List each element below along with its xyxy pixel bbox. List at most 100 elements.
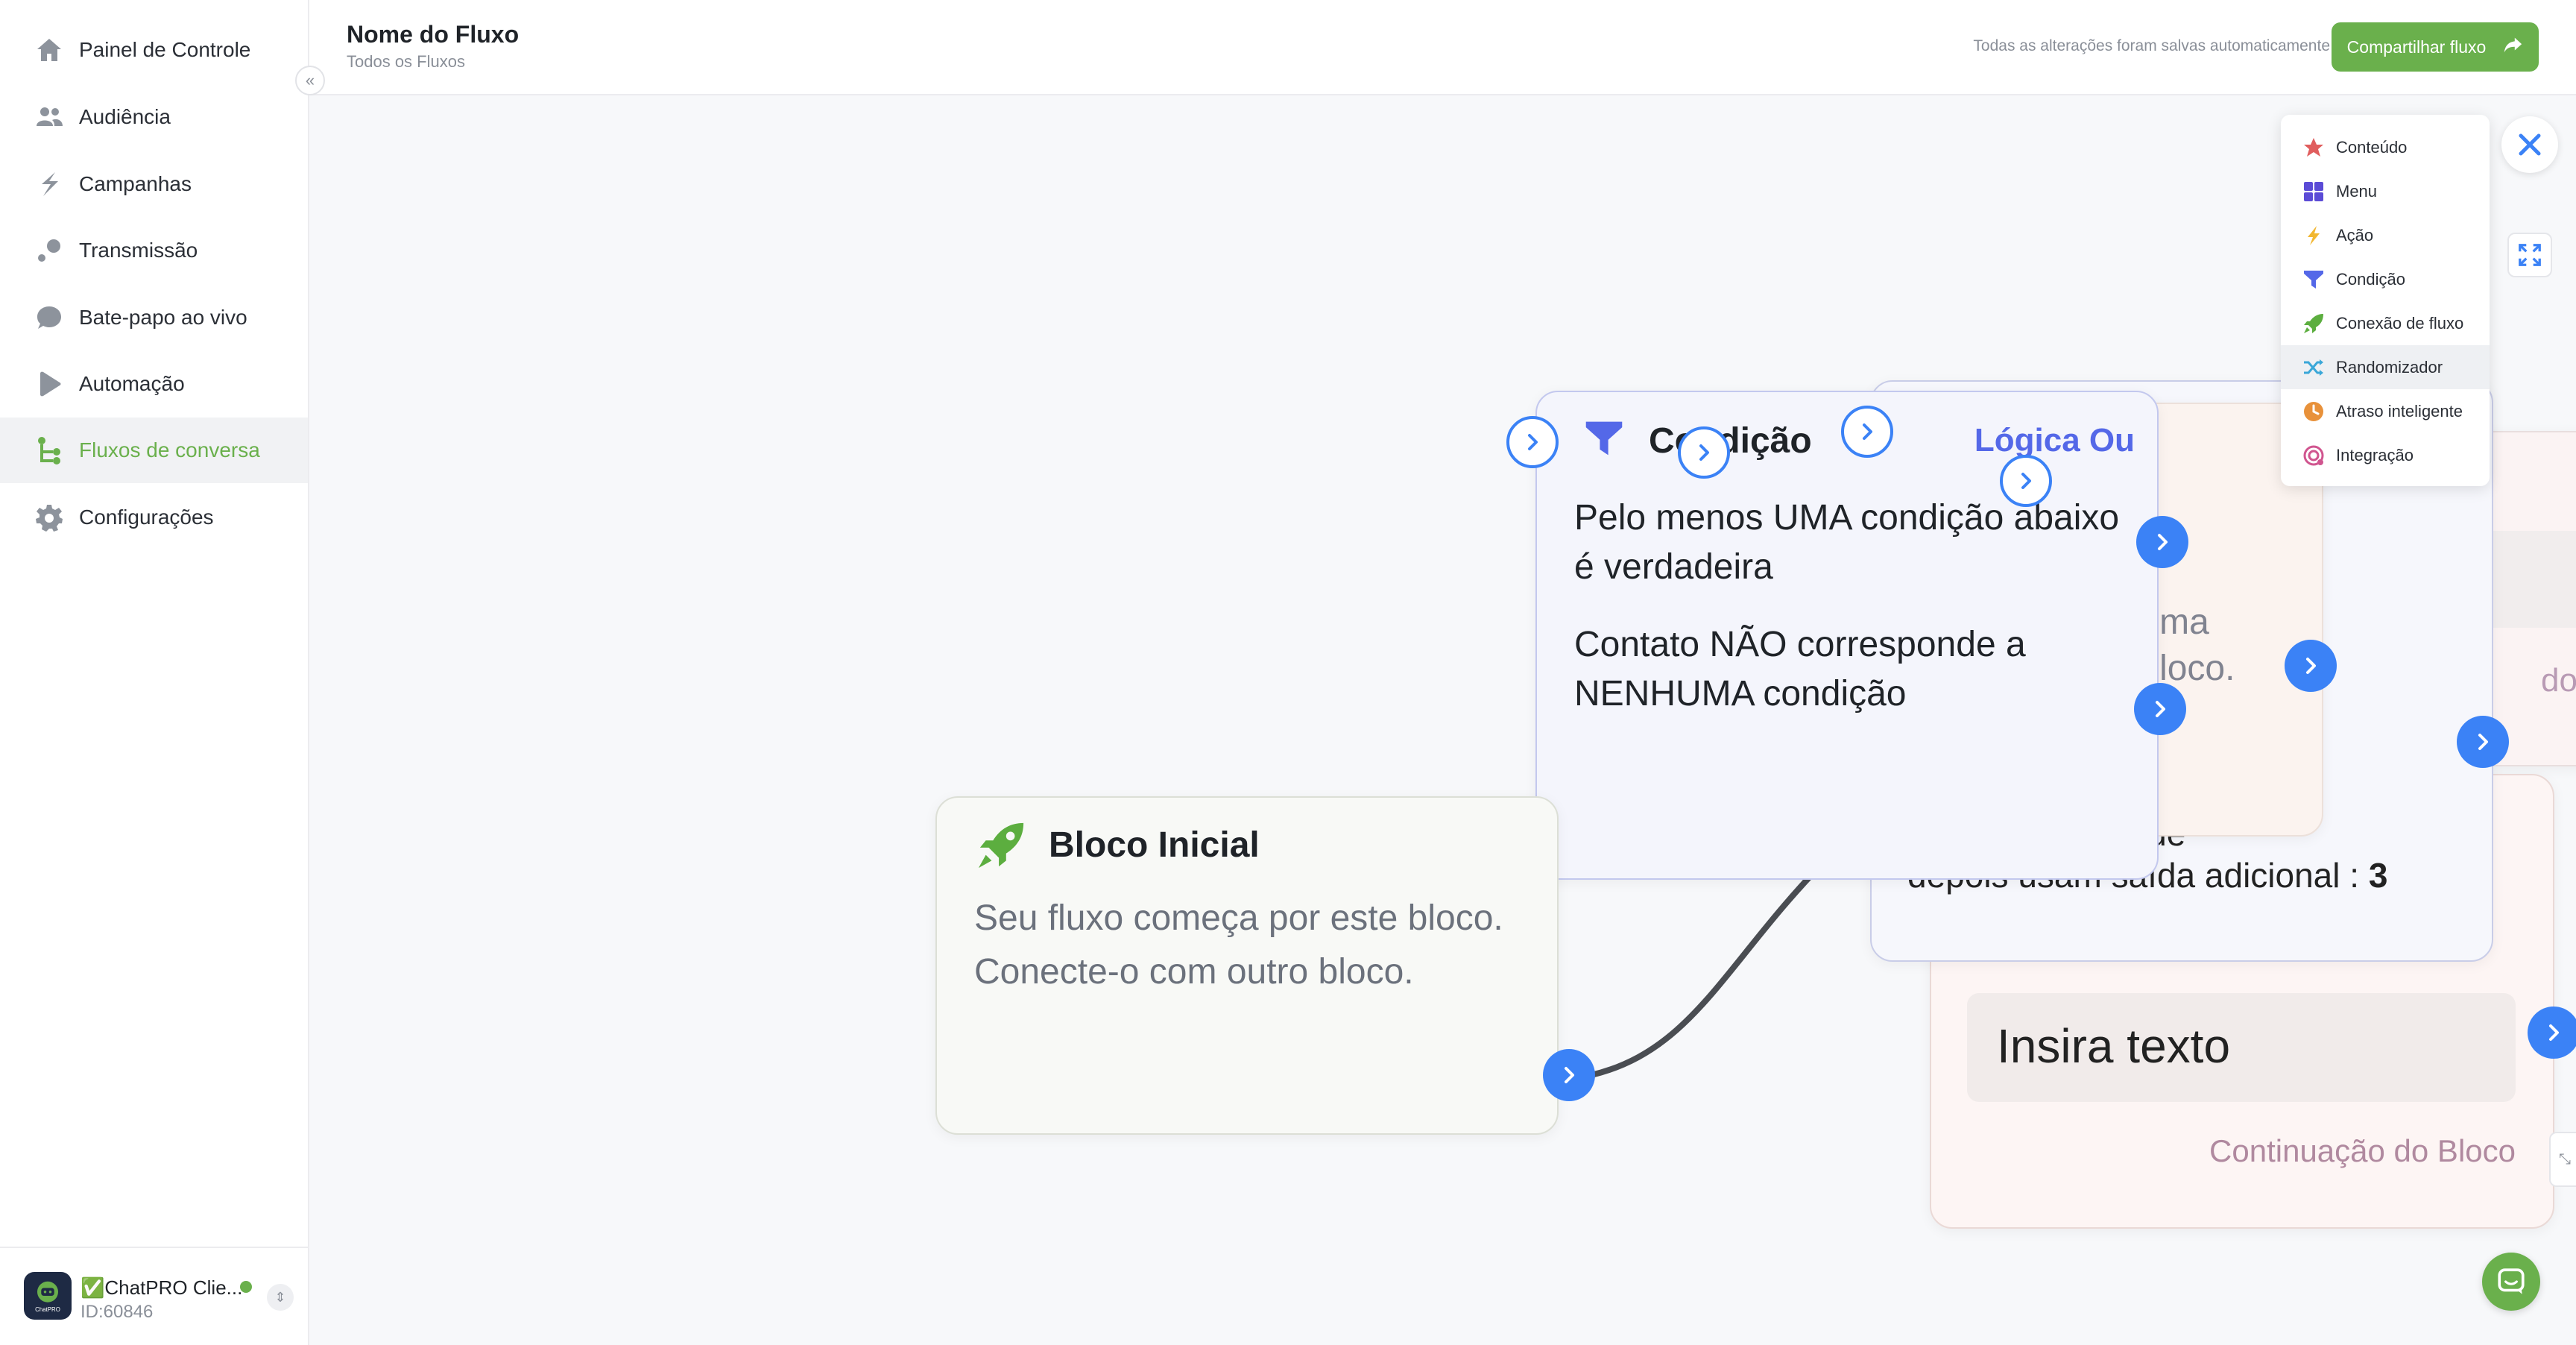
palette-item-condition[interactable]: Condição (2281, 257, 2490, 301)
condition-option-text: NENHUMA condição (1574, 674, 1907, 714)
block-description: Seu fluxo começa por este bloco. Conecte… (974, 892, 1503, 999)
condition-option-text: Contato NÃO corresponde a (1574, 625, 2026, 664)
star-icon (2302, 136, 2326, 160)
switch-account-icon[interactable]: ⇕ (267, 1284, 294, 1311)
account-id: ID:60846 (80, 1302, 154, 1322)
start-output-port[interactable] (1543, 1049, 1595, 1101)
gear-icon (34, 503, 64, 532)
chevron-right-icon (1699, 444, 1709, 461)
support-chat-button[interactable] (2482, 1253, 2540, 1311)
share-flow-button[interactable]: Compartilhar fluxo (2332, 22, 2539, 72)
sidebar-item-label: Fluxos de conversa (79, 438, 260, 462)
clock-icon (2302, 400, 2326, 423)
condition-option-any[interactable]: Pelo menos UMA condição abaixo é verdade… (1574, 494, 2119, 592)
start-block[interactable]: Bloco Inicial Seu fluxo começa por este … (935, 796, 1559, 1135)
close-palette-button[interactable] (2501, 116, 2558, 173)
block-text-line: Conecte-o com outro bloco. (974, 952, 1414, 992)
palette-item-flow-connection[interactable]: Conexão de fluxo (2281, 301, 2490, 345)
chevron-right-icon (2021, 473, 2031, 489)
output-port[interactable] (2528, 1007, 2576, 1059)
chevron-right-icon (2306, 658, 2316, 674)
palette-item-smart-delay[interactable]: Atraso inteligente (2281, 389, 2490, 433)
palette-item-label: Menu (2336, 181, 2378, 201)
integration-icon (2302, 444, 2326, 467)
header: Nome do Fluxo Todos os Fluxos Todas as a… (309, 0, 2576, 95)
sidebar-item-label: Painel de Controle (79, 38, 251, 61)
sidebar-item-label: Audiência (79, 105, 171, 128)
collapse-sidebar-button[interactable]: « (295, 66, 325, 95)
account-switcher[interactable]: ChatPRO ✅ChatPRO Clie... ID:60846 ⇕ (0, 1247, 308, 1345)
sidebar-item-conversation-flows[interactable]: Fluxos de conversa (0, 418, 308, 483)
condition-false-output-port[interactable] (2134, 683, 2186, 735)
block-title: Bloco Inicial (1049, 825, 1260, 865)
condition-block[interactable]: Condição Lógica Ou Pelo menos UMA condiç… (1535, 391, 2159, 880)
chat-icon (2498, 1268, 2525, 1294)
sidebar: Painel de Controle Audiência Campanhas T… (0, 0, 309, 1345)
sidebar-item-live-chat[interactable]: Bate-papo ao vivo (0, 285, 308, 350)
block-palette-menu: Conteúdo Menu Ação Condição Conexão de f… (2281, 115, 2490, 486)
sidebar-item-automation[interactable]: Automação (0, 351, 308, 417)
palette-item-menu[interactable]: Menu (2281, 169, 2490, 213)
minimap-toggle[interactable]: ⤡ (2549, 1132, 2576, 1187)
block-text-line: Seu fluxo começa por este bloco. (974, 898, 1503, 938)
fit-view-button[interactable] (2507, 233, 2552, 277)
flow-icon (34, 435, 64, 465)
filter-icon (2302, 268, 2326, 292)
sidebar-item-dashboard[interactable]: Painel de Controle (0, 17, 308, 83)
account-name: ✅ChatPRO Clie... (80, 1276, 243, 1299)
palette-item-action[interactable]: Ação (2281, 213, 2490, 257)
sidebar-item-label: Campanhas (79, 172, 192, 195)
home-icon (34, 35, 64, 65)
rocket-icon (976, 820, 1026, 875)
input-port[interactable] (2000, 455, 2052, 507)
online-status-dot (240, 1281, 252, 1293)
rocket-icon (2302, 312, 2326, 336)
condition-option-none[interactable]: Contato NÃO corresponde a NENHUMA condiç… (1574, 620, 2026, 719)
broadcast-icon (34, 236, 64, 265)
svg-text:ChatPRO: ChatPRO (35, 1306, 60, 1313)
chevron-right-icon (2549, 1024, 2559, 1041)
input-port[interactable] (1841, 406, 1893, 458)
sidebar-item-label: Configurações (79, 505, 214, 529)
chat-bubble-icon (34, 303, 64, 333)
output-port[interactable] (2285, 640, 2337, 692)
expand-icon (2519, 244, 2541, 266)
share-arrow-icon (2502, 34, 2523, 60)
block-title: Condição (1649, 421, 1812, 461)
avatar: ChatPRO (24, 1272, 72, 1320)
lightning-icon (2302, 224, 2326, 248)
input-port[interactable] (1678, 426, 1730, 479)
palette-item-randomizer[interactable]: Randomizador (2281, 345, 2490, 389)
palette-item-label: Condição (2336, 269, 2405, 289)
sidebar-item-audience[interactable]: Audiência (0, 84, 308, 150)
sidebar-item-broadcast[interactable]: Transmissão (0, 218, 308, 283)
logic-selector[interactable]: Lógica Ou (1974, 422, 2135, 459)
users-icon (34, 102, 64, 132)
error-count-value: 3 (2368, 856, 2388, 895)
breadcrumb[interactable]: Todos os Fluxos (347, 52, 465, 72)
chevron-right-icon (2156, 701, 2165, 717)
sidebar-item-campaigns[interactable]: Campanhas (0, 151, 308, 217)
close-icon (2519, 133, 2541, 156)
block-continuation-text: do Blo (2541, 662, 2576, 699)
collapse-arrows-icon: ⤡ (2559, 1150, 2571, 1168)
grid-icon (2302, 180, 2326, 204)
palette-item-content[interactable]: Conteúdo (2281, 125, 2490, 169)
flow-canvas[interactable]: do Blo Insira texto Continuação do Bloco… (309, 95, 2576, 1345)
condition-option-text: é verdadeira (1574, 547, 1773, 587)
page-title[interactable]: Nome do Fluxo (347, 21, 519, 48)
sidebar-item-label: Bate-papo ao vivo (79, 306, 247, 329)
palette-item-integration[interactable]: Integração (2281, 433, 2490, 477)
shuffle-icon (2302, 356, 2326, 379)
play-icon (34, 369, 64, 399)
text-input-box[interactable]: Insira texto (1967, 993, 2516, 1102)
sidebar-item-settings[interactable]: Configurações (0, 485, 308, 550)
palette-item-label: Conteúdo (2336, 137, 2408, 157)
output-port[interactable] (2457, 716, 2509, 768)
palette-item-label: Conexão de fluxo (2336, 313, 2464, 333)
filter-icon (1583, 418, 1625, 463)
sidebar-item-label: Automação (79, 372, 185, 395)
input-port[interactable] (1506, 416, 1559, 468)
condition-true-output-port[interactable] (2136, 516, 2188, 568)
chevron-right-icon (2478, 734, 2488, 750)
